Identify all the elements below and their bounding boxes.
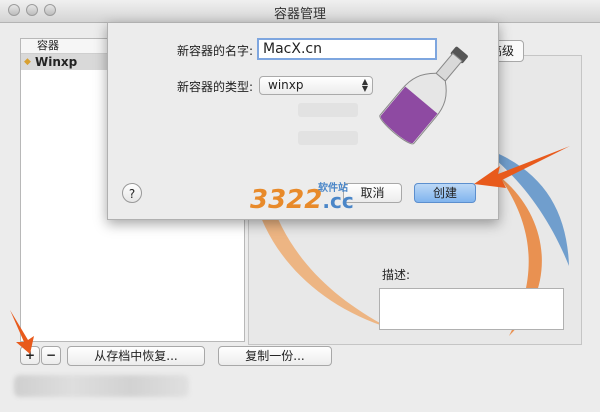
chevron-updown-icon: ▲ ▼ [361, 77, 368, 93]
container-type-select[interactable]: winxp ▲ ▼ [259, 76, 373, 95]
title-bar: 容器管理 [0, 0, 600, 23]
blurred-footer [14, 375, 189, 397]
ghost-button [298, 103, 358, 117]
star-icon: ◆ [24, 57, 31, 67]
help-button[interactable]: ? [122, 183, 142, 203]
duplicate-button[interactable]: 复制一份... [218, 346, 332, 366]
window-title: 容器管理 [273, 7, 326, 22]
wine-bottle-icon [379, 46, 468, 145]
watermark-sub: 软件站 [318, 183, 348, 194]
description-field[interactable] [379, 288, 564, 330]
list-item-label: Winxp [35, 55, 78, 69]
arrow-pointer-icon [474, 146, 570, 188]
name-label: 新容器的名字: [176, 44, 253, 58]
description-label: 描述: [382, 268, 411, 282]
create-button[interactable]: 创建 [414, 183, 476, 203]
arrow-pointer-icon [10, 310, 34, 354]
watermark-logo: 3322.cc 软件站 [250, 183, 354, 215]
restore-from-archive-button[interactable]: 从存档中恢复... [67, 346, 205, 366]
container-type-value: winxp [268, 78, 304, 92]
remove-container-button[interactable]: − [41, 346, 61, 365]
watermark-brand: 3322 [250, 185, 323, 215]
type-label: 新容器的类型: [176, 80, 253, 94]
ghost-button [298, 131, 358, 145]
